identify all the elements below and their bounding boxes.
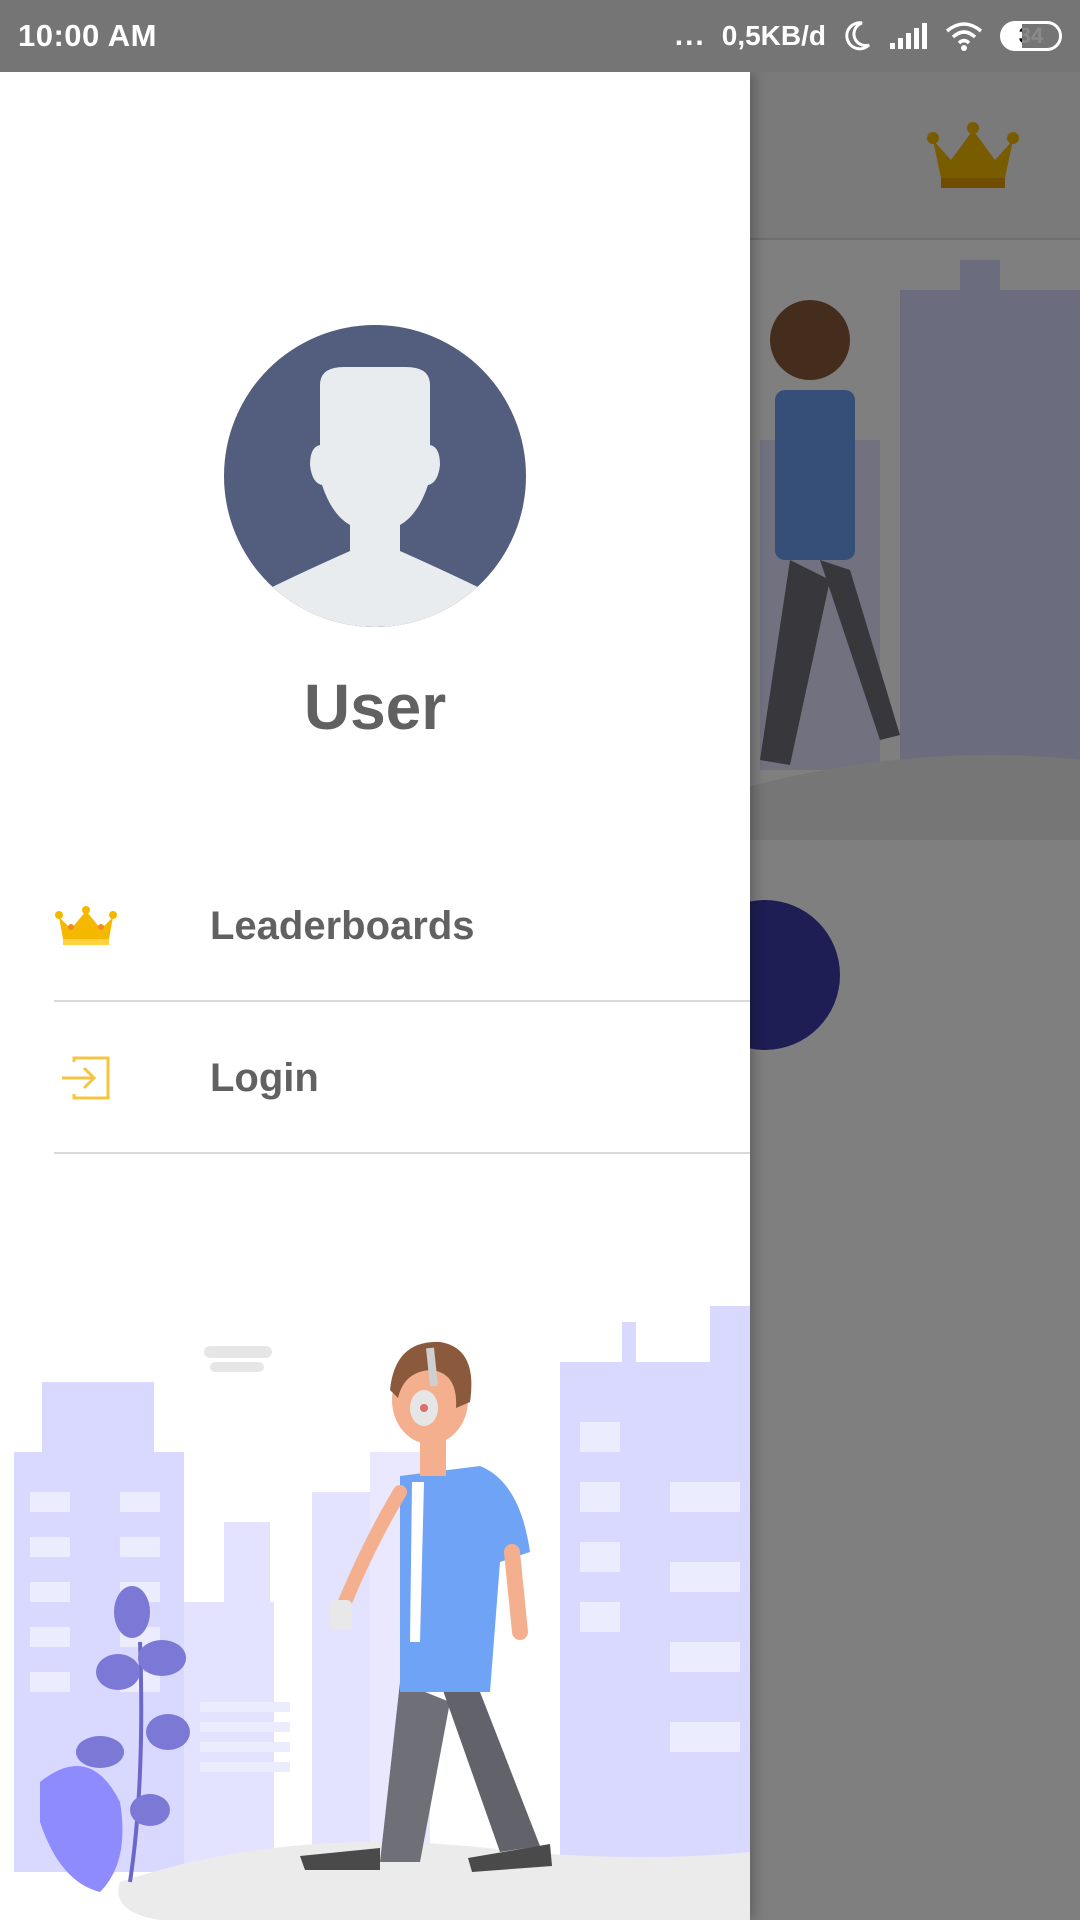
status-time: 10:00 AM: [18, 18, 157, 53]
crown-icon: [54, 894, 118, 958]
avatar[interactable]: [224, 325, 526, 627]
user-silhouette-icon: [256, 367, 494, 627]
menu-item-leaderboards[interactable]: Leaderboards: [54, 852, 750, 1002]
network-speed: 0,5KB/d: [721, 20, 826, 51]
menu-item-label: Login: [210, 1055, 319, 1100]
battery-level: 34: [1018, 23, 1044, 48]
menu-item-login[interactable]: Login: [54, 1004, 750, 1154]
screen: 10:00 AM ... 0,5KB/d 34 User Leaderboard…: [0, 0, 1080, 1920]
status-icons: ... 0,5KB/d 34: [675, 20, 1062, 52]
user-name: User: [303, 671, 447, 743]
battery-icon: 34: [1000, 21, 1062, 51]
menu-item-label: Leaderboards: [210, 903, 475, 948]
walking-person-illustration: [14, 1306, 750, 1920]
status-bar: 10:00 AM ... 0,5KB/d 34: [0, 0, 1080, 72]
navigation-drawer: User Leaderboards Login: [0, 72, 750, 1920]
more-notifications-icon: ...: [674, 19, 706, 52]
signal-icon: [890, 23, 927, 49]
moon-icon: [845, 21, 871, 51]
login-icon: [54, 1046, 118, 1110]
wifi-icon: [945, 22, 983, 51]
